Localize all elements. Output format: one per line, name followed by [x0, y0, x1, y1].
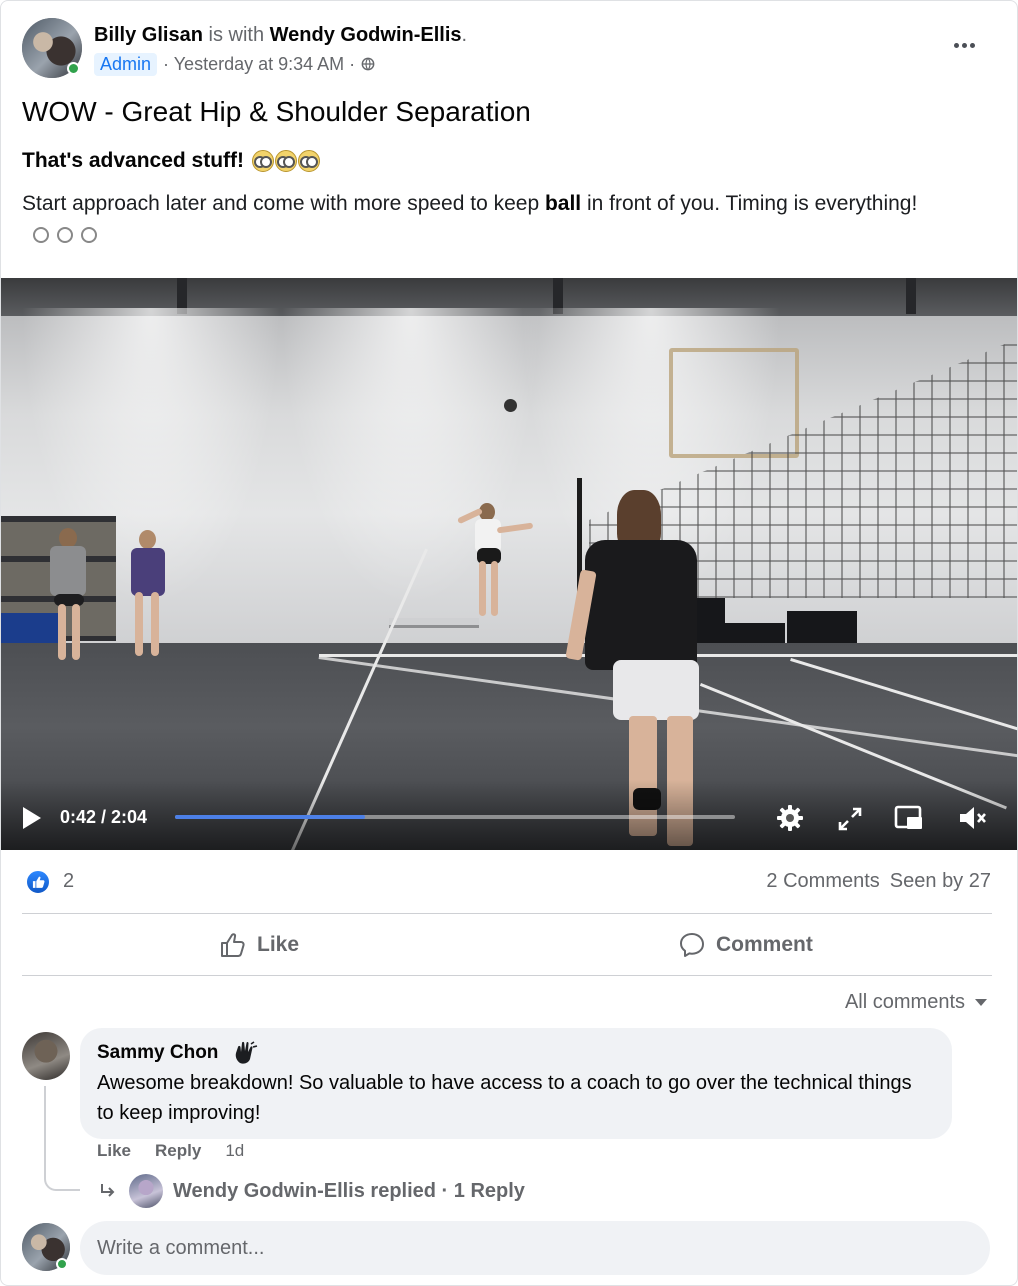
video-scene-box	[787, 611, 857, 646]
video-scene-bench	[389, 618, 479, 628]
comment-like-link[interactable]: Like	[97, 1141, 131, 1161]
comment-bubble: Sammy Chon Awesome breakdown! So valuabl…	[80, 1028, 952, 1139]
video-scene-beam	[906, 278, 916, 314]
eyes-emoji-icon	[252, 150, 321, 172]
comment-author[interactable]: Sammy Chon	[97, 1042, 218, 1064]
video-scene-mat	[1, 613, 61, 643]
post-body-text-2: in front of you. Timing is everything!	[587, 192, 918, 215]
watch-emoji-icon	[56, 222, 73, 244]
watch-emoji-icon	[32, 222, 49, 244]
post-body: Start approach later and come with more …	[22, 189, 922, 249]
chevron-down-icon	[975, 999, 987, 1006]
post-meta: Admin · Yesterday at 9:34 AM ·	[94, 52, 375, 76]
video-time: 0:42 / 2:04	[60, 807, 148, 827]
comment-author-row: Sammy Chon	[97, 1041, 258, 1065]
divider	[22, 913, 992, 914]
video-scene-box	[725, 623, 785, 645]
with-text: is with	[208, 24, 265, 46]
post-stats: 2 Comments Seen by 27	[766, 870, 991, 893]
post-timestamp[interactable]: · Yesterday at 9:34 AM ·	[163, 54, 355, 75]
online-indicator	[67, 62, 80, 75]
comment-actions: Like Reply 1d	[97, 1141, 244, 1161]
video-scene-ball	[504, 399, 517, 412]
settings-gear-icon[interactable]	[774, 802, 806, 834]
like-button-label: Like	[257, 933, 300, 956]
picture-in-picture-icon[interactable]	[893, 802, 925, 834]
post-author-line: Billy Glisan is with Wendy Godwin-Ellis.	[94, 23, 467, 47]
admin-badge[interactable]: Admin	[94, 52, 158, 76]
comment-filter-dropdown[interactable]: All comments	[845, 991, 987, 1014]
post-subtitle-text: That's advanced stuff!	[22, 149, 245, 172]
online-indicator	[56, 1258, 68, 1270]
period: .	[461, 24, 468, 46]
comment-composer: GIF	[80, 1221, 990, 1275]
top-fan-badge-icon	[236, 1041, 258, 1064]
author-name[interactable]: Billy Glisan	[94, 24, 203, 46]
comment-text: Awesome breakdown! So valuable to have a…	[97, 1072, 912, 1124]
video-progress-fill	[175, 815, 366, 819]
comment-thread-line	[44, 1086, 80, 1191]
comment-age[interactable]: 1d	[225, 1141, 244, 1161]
post-body-bold: ball	[544, 192, 582, 215]
reply-arrow-icon	[101, 1184, 115, 1197]
comment-reply-link[interactable]: Reply	[155, 1141, 201, 1161]
fullscreen-icon[interactable]	[834, 803, 866, 835]
globe-icon	[361, 57, 375, 71]
thumbs-up-icon	[221, 933, 245, 957]
post-title: WOW - Great Hip & Shoulder Separation	[22, 96, 531, 127]
comment-input[interactable]	[97, 1221, 797, 1275]
post-subtitle: That's advanced stuff!	[22, 147, 321, 175]
seen-by[interactable]: Seen by 27	[890, 870, 991, 892]
reply-summary: Wendy Godwin-Ellis replied · 1 Reply	[173, 1179, 525, 1202]
more-options-icon[interactable]	[947, 35, 981, 55]
comment-count[interactable]: 2 Comments	[766, 870, 879, 892]
video-scene-light	[281, 308, 541, 608]
view-replies-link[interactable]: Wendy Godwin-Ellis replied · 1 Reply	[97, 1173, 525, 1209]
play-icon[interactable]	[23, 807, 41, 829]
comment-bubble-icon	[680, 933, 704, 957]
commenter-avatar[interactable]	[22, 1032, 70, 1080]
post-card: Billy Glisan is with Wendy Godwin-Ellis.…	[0, 0, 1018, 1286]
comment-filter-label: All comments	[844, 991, 965, 1013]
like-reaction-icon[interactable]	[25, 869, 51, 895]
like-count[interactable]: 2	[63, 870, 74, 893]
like-button[interactable]: Like	[219, 921, 299, 969]
comment-button-label: Comment	[716, 933, 813, 956]
video-progress-bar[interactable]	[175, 815, 735, 819]
video-player[interactable]	[1, 278, 1017, 850]
mute-icon[interactable]	[956, 802, 988, 834]
replier-avatar	[129, 1174, 163, 1208]
comment-button[interactable]: Comment	[678, 921, 813, 969]
tagged-name[interactable]: Wendy Godwin-Ellis	[270, 24, 462, 46]
watch-emoji-icon	[80, 222, 97, 244]
divider	[22, 975, 992, 976]
post-body-text-1: Start approach later and come with more …	[22, 192, 540, 215]
